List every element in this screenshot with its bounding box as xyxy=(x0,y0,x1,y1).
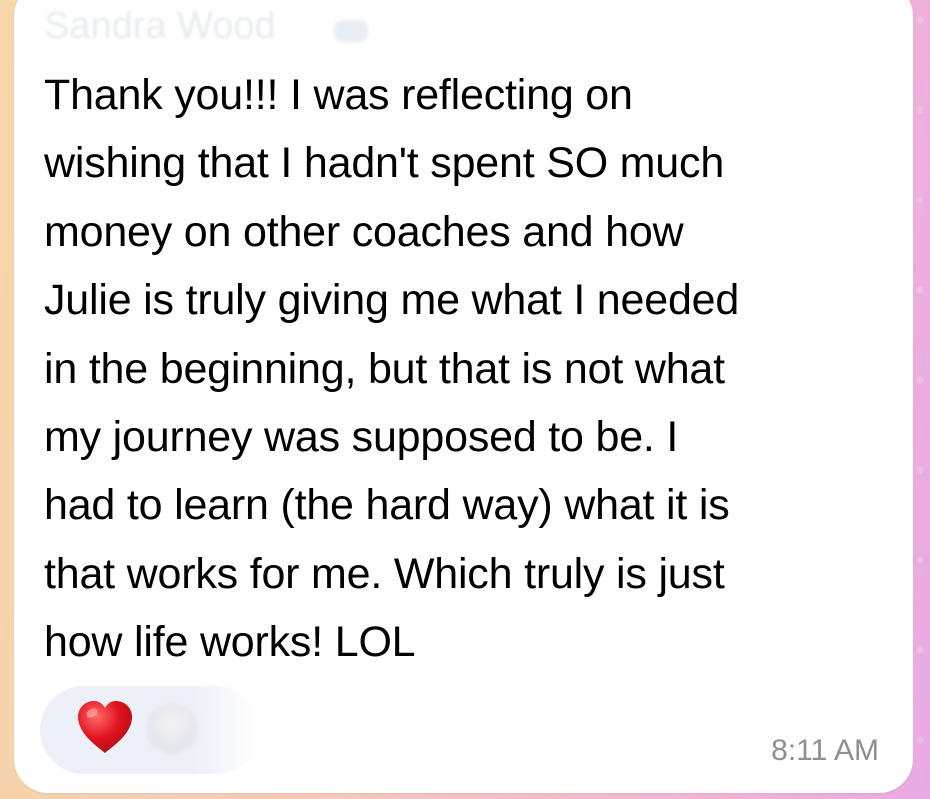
message-line: that works for me. Which truly is just xyxy=(44,549,725,598)
message-text: Thank you!!! I was reflecting on wishing… xyxy=(44,61,739,677)
message-line: money on other coaches and how xyxy=(44,207,684,256)
message-timestamp: 8:11 AM xyxy=(771,734,879,767)
red-heart-icon[interactable] xyxy=(74,697,136,759)
message-line: had to learn (the hard way) what it is xyxy=(44,481,730,530)
message-line: Thank you!!! I was reflecting on xyxy=(44,71,633,119)
sender-badge-icon xyxy=(334,20,368,42)
message-line: my journey was supposed to be. I xyxy=(44,413,679,462)
message-line: in the beginning, but that is not what xyxy=(44,344,725,393)
message-line: Julie is truly giving me what I needed xyxy=(44,276,740,325)
message-line: how life works! LOL xyxy=(44,618,416,667)
reactor-avatar-icon[interactable] xyxy=(146,703,198,755)
message-line: wishing that I hadn't spent SO much xyxy=(44,139,725,188)
sender-name: Sandra Wood xyxy=(44,5,276,47)
